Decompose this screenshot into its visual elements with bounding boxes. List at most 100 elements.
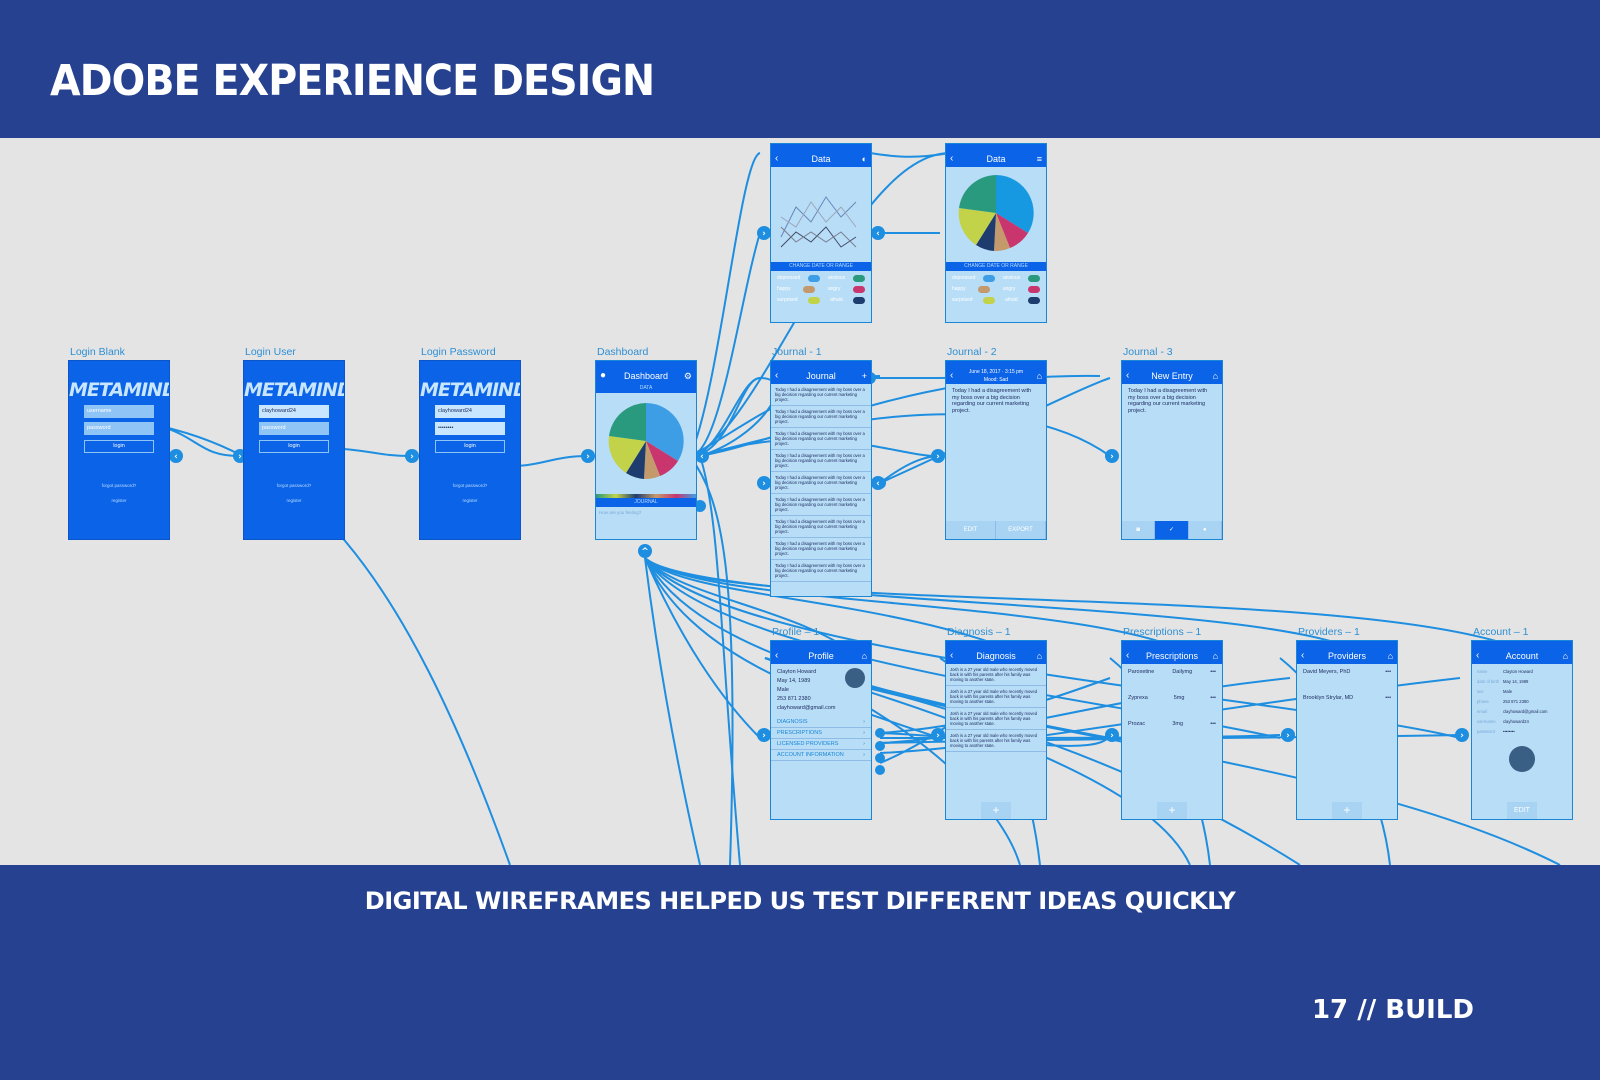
artboard-data-line[interactable]: ‹ Data ◐ CHANGE DATE OR RANGE depressed anx… <box>770 143 872 323</box>
artboard-login-user[interactable]: METAMIND clayhoward24 password login for… <box>243 360 345 540</box>
more-icon[interactable]: ••• <box>1385 695 1391 701</box>
toggle-switch[interactable] <box>1027 275 1040 282</box>
journal-entry[interactable]: Today I had a disagreement with my boss … <box>771 406 871 428</box>
artboard-journal-1[interactable]: ‹ Journal + Today I had a disagreement wit… <box>770 360 872 597</box>
artboard-label-journal-3[interactable]: Journal - 3 <box>1123 346 1173 358</box>
check-icon[interactable]: ✓ <box>1155 521 1189 539</box>
line-toggle-icon[interactable]: ≡ <box>1037 151 1042 167</box>
forgot-password-link[interactable]: forgot password? <box>69 483 169 488</box>
toggle-switch[interactable] <box>1027 286 1040 293</box>
profile-link-prescriptions[interactable]: PRESCRIPTIONS › <box>771 728 871 739</box>
password-field[interactable]: •••••••• <box>435 422 505 435</box>
toggle-switch[interactable] <box>808 275 821 282</box>
back-icon[interactable]: ‹ <box>775 368 778 384</box>
export-button[interactable]: EXPORT <box>996 521 1046 539</box>
profile-link-diagnosis[interactable]: DIAGNOSIS › <box>771 717 871 728</box>
xd-canvas[interactable]: ‹ › › › ‹ › ‹ › › ‹ › ^ › › › › › Login Blank METAM… <box>0 138 1600 865</box>
forgot-password-link[interactable]: forgot password? <box>244 483 344 488</box>
home-icon[interactable]: ⌂ <box>1563 648 1568 664</box>
artboard-label-journal-1[interactable]: Journal - 1 <box>772 346 822 358</box>
toggle-switch[interactable] <box>852 297 865 304</box>
back-icon[interactable]: ‹ <box>950 368 953 384</box>
avatar[interactable]: ● <box>600 368 606 384</box>
journal-entry[interactable]: Today I had a disagreement with my boss … <box>771 384 871 406</box>
login-button[interactable]: login <box>435 440 505 453</box>
data-bar[interactable]: DATA <box>596 384 696 393</box>
journal-entry[interactable]: Today I had a disagreement with my boss … <box>771 560 871 582</box>
artboard-login-password[interactable]: METAMIND clayhoward24 •••••••• login for… <box>419 360 521 540</box>
register-link[interactable]: register <box>420 498 520 503</box>
change-date-bar[interactable]: CHANGE DATE OR RANGE <box>946 262 1046 271</box>
artboard-label-account[interactable]: Account – 1 <box>1473 626 1528 638</box>
back-icon[interactable]: ‹ <box>1126 648 1129 664</box>
location-icon[interactable]: ● <box>1188 521 1222 539</box>
back-icon[interactable]: ‹ <box>775 648 778 664</box>
login-button[interactable]: login <box>84 440 154 453</box>
artboard-label-dashboard[interactable]: Dashboard <box>597 346 648 358</box>
artboard-label-login-blank[interactable]: Login Blank <box>70 346 125 358</box>
journal-entry[interactable]: Today I had a disagreement with my boss … <box>771 516 871 538</box>
register-link[interactable]: register <box>69 498 169 503</box>
artboard-data-pie[interactable]: ‹ Data ≡ CHANGE DATE OR RANGE depressed anx… <box>945 143 1047 323</box>
artboard-label-login-password[interactable]: Login Password <box>421 346 496 358</box>
journal-entry[interactable]: Today I had a disagreement with my boss … <box>771 428 871 450</box>
artboard-dashboard[interactable]: ● Dashboard ⚙ DATA JOURNAL How are you f… <box>595 360 697 540</box>
add-button[interactable]: + <box>981 802 1011 819</box>
provider-item[interactable]: David Meyers, PhD ••• <box>1297 664 1397 680</box>
toggle-switch[interactable] <box>852 275 865 282</box>
journal-entry[interactable]: Today I had a disagreement with my boss … <box>771 494 871 516</box>
artboard-diagnosis[interactable]: ‹ Diagnosis ⌂ Josh is a 27 year old male w… <box>945 640 1047 820</box>
home-icon[interactable]: ⌂ <box>1213 648 1218 664</box>
edit-button[interactable]: EDIT <box>946 521 996 539</box>
data-pie-chart[interactable] <box>946 167 1046 257</box>
toggle-switch[interactable] <box>978 286 991 293</box>
profile-link-account[interactable]: ACCOUNT INFORMATION › <box>771 750 871 761</box>
edit-button[interactable]: EDIT <box>1507 802 1537 819</box>
artboard-prescriptions[interactable]: ‹ Prescriptions ⌂ Paroxetine Dailymg ••• Zyp… <box>1121 640 1223 820</box>
provider-item[interactable]: Brooklyn Strylar, MD ••• <box>1297 690 1397 706</box>
dashboard-pie-chart[interactable] <box>596 393 696 489</box>
add-button[interactable]: + <box>1332 802 1362 819</box>
journal-entry[interactable]: Today I had a disagreement with my boss … <box>771 538 871 560</box>
journal-entry[interactable]: Today I had a disagreement with my boss … <box>771 472 871 494</box>
toggle-switch[interactable] <box>852 286 865 293</box>
back-icon[interactable]: ‹ <box>950 151 953 167</box>
data-line-chart[interactable] <box>771 167 871 257</box>
artboard-providers[interactable]: ‹ Providers ⌂ David Meyers, PhD ••• Brookly… <box>1296 640 1398 820</box>
artboard-label-profile[interactable]: Profile – 1 <box>772 626 819 638</box>
more-icon[interactable]: ••• <box>1210 721 1216 727</box>
toggle-switch[interactable] <box>1027 297 1040 304</box>
artboard-label-prescriptions[interactable]: Prescriptions – 1 <box>1123 626 1201 638</box>
home-icon[interactable]: ⌂ <box>1037 368 1042 384</box>
artboard-journal-3[interactable]: ‹ New Entry ⌂ Today I had a disagreement w… <box>1121 360 1223 540</box>
artboard-label-diagnosis[interactable]: Diagnosis – 1 <box>947 626 1011 638</box>
register-link[interactable]: register <box>244 498 344 503</box>
journal-bar[interactable]: JOURNAL <box>596 498 696 507</box>
artboard-label-login-user[interactable]: Login User <box>245 346 296 358</box>
back-icon[interactable]: ‹ <box>950 648 953 664</box>
back-icon[interactable]: ‹ <box>1301 648 1304 664</box>
add-button[interactable]: + <box>1157 802 1187 819</box>
artboard-login-blank[interactable]: METAMIND username password login forgot … <box>68 360 170 540</box>
password-field[interactable]: password <box>84 422 154 435</box>
toggle-switch[interactable] <box>807 297 820 304</box>
login-button[interactable]: login <box>259 440 329 453</box>
prescription-item[interactable]: Zyprexa 5mg ••• <box>1122 690 1222 706</box>
add-icon[interactable]: + <box>862 368 867 384</box>
back-icon[interactable]: ‹ <box>1126 368 1129 384</box>
more-icon[interactable]: ••• <box>1210 669 1216 675</box>
prescription-item[interactable]: Prozac 3mg ••• <box>1122 716 1222 732</box>
home-icon[interactable]: ⌂ <box>1388 648 1393 664</box>
home-icon[interactable]: ⌂ <box>1037 648 1042 664</box>
journal-entry[interactable]: Today I had a disagreement with my boss … <box>771 450 871 472</box>
artboard-journal-2[interactable]: ‹ June 18, 2017 · 3:15 pm Mood: Sad ⌂ Today… <box>945 360 1047 540</box>
toggle-switch[interactable] <box>983 275 996 282</box>
username-field[interactable]: clayhoward24 <box>435 405 505 418</box>
prescription-item[interactable]: Paroxetine Dailymg ••• <box>1122 664 1222 680</box>
back-icon[interactable]: ‹ <box>775 151 778 167</box>
artboard-profile[interactable]: ‹ Profile ⌂ Clayton Howard May 14, 1989 Ma… <box>770 640 872 820</box>
artboard-label-providers[interactable]: Providers – 1 <box>1298 626 1360 638</box>
gear-icon[interactable]: ⚙ <box>684 368 692 384</box>
change-date-bar[interactable]: CHANGE DATE OR RANGE <box>771 262 871 271</box>
artboard-account[interactable]: ‹ Account ⌂ name Clayton Howard date of bir… <box>1471 640 1573 820</box>
